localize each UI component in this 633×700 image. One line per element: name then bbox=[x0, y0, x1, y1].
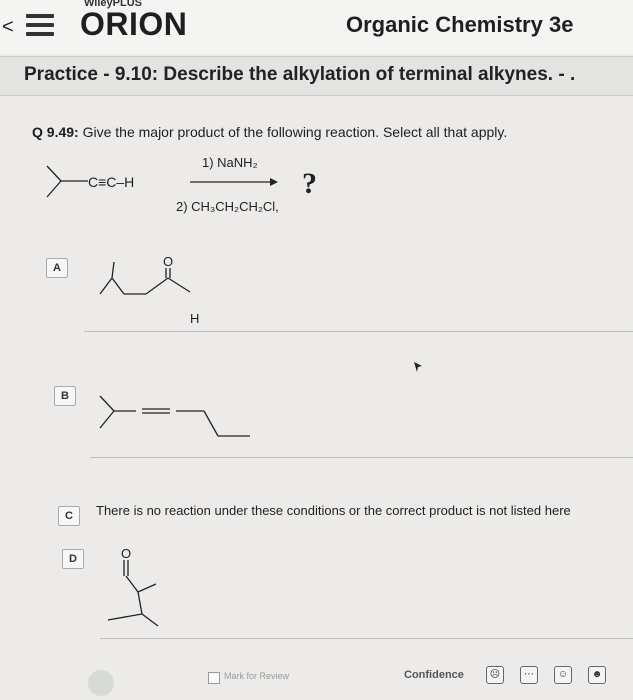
app-title: ORION bbox=[80, 6, 188, 42]
reactant-label: C≡C–H bbox=[88, 174, 134, 190]
option-a-structure[interactable]: O H bbox=[92, 248, 222, 328]
question-number: Q 9.49: bbox=[32, 124, 79, 140]
mark-for-review-label[interactable]: Mark for Review bbox=[224, 671, 289, 681]
neutral-face-icon[interactable]: ⋯ bbox=[520, 666, 538, 684]
option-d-box[interactable]: D bbox=[62, 549, 84, 569]
option-c-box[interactable]: C bbox=[58, 506, 80, 526]
option-a-oxygen: O bbox=[163, 254, 173, 269]
reaction-scheme: C≡C–H 1) NaNH₂ 2) CH₃CH₂CH₂Cl, ? bbox=[46, 155, 317, 214]
question-prompt: Q 9.49: Give the major product of the fo… bbox=[32, 124, 507, 140]
happy-face-icon[interactable]: ☻ bbox=[588, 666, 606, 684]
reagent-step-1: 1) NaNH₂ bbox=[202, 155, 258, 170]
reaction-arrowhead bbox=[270, 178, 278, 186]
sad-face-icon[interactable]: ☹ bbox=[486, 666, 504, 684]
reactant-bond-lower bbox=[46, 180, 62, 198]
option-d-oxygen: O bbox=[121, 546, 131, 561]
option-a-hydrogen: H bbox=[190, 311, 199, 326]
smile-face-icon[interactable]: ☺ bbox=[554, 666, 572, 684]
reagent-step-2: 2) CH₃CH₂CH₂Cl, bbox=[176, 199, 279, 214]
option-b-box[interactable]: B bbox=[54, 386, 76, 406]
confidence-label: Confidence bbox=[404, 669, 464, 681]
divider-a bbox=[84, 331, 633, 332]
hamburger-menu-icon[interactable] bbox=[26, 14, 54, 38]
question-text: Give the major product of the following … bbox=[82, 124, 508, 140]
option-c-text[interactable]: There is no reaction under these conditi… bbox=[96, 503, 571, 518]
mouse-cursor-icon bbox=[414, 362, 422, 372]
reactant-bond-upper bbox=[46, 165, 62, 182]
option-b-structure[interactable] bbox=[92, 384, 262, 444]
unknown-product-mark: ? bbox=[302, 167, 317, 200]
practice-bar: Practice - 9.10: Describe the alkylation… bbox=[0, 56, 633, 96]
divider-b bbox=[90, 457, 633, 458]
divider-d bbox=[100, 638, 633, 639]
option-a-box[interactable]: A bbox=[46, 258, 68, 278]
option-d-structure[interactable]: O bbox=[98, 540, 198, 630]
help-icon[interactable] bbox=[88, 670, 114, 696]
course-title: Organic Chemistry 3e bbox=[346, 12, 574, 37]
mark-for-review-checkbox[interactable] bbox=[208, 672, 220, 684]
practice-title: Practice - 9.10: Describe the alkylation… bbox=[24, 64, 576, 85]
back-button[interactable]: < bbox=[2, 16, 18, 40]
